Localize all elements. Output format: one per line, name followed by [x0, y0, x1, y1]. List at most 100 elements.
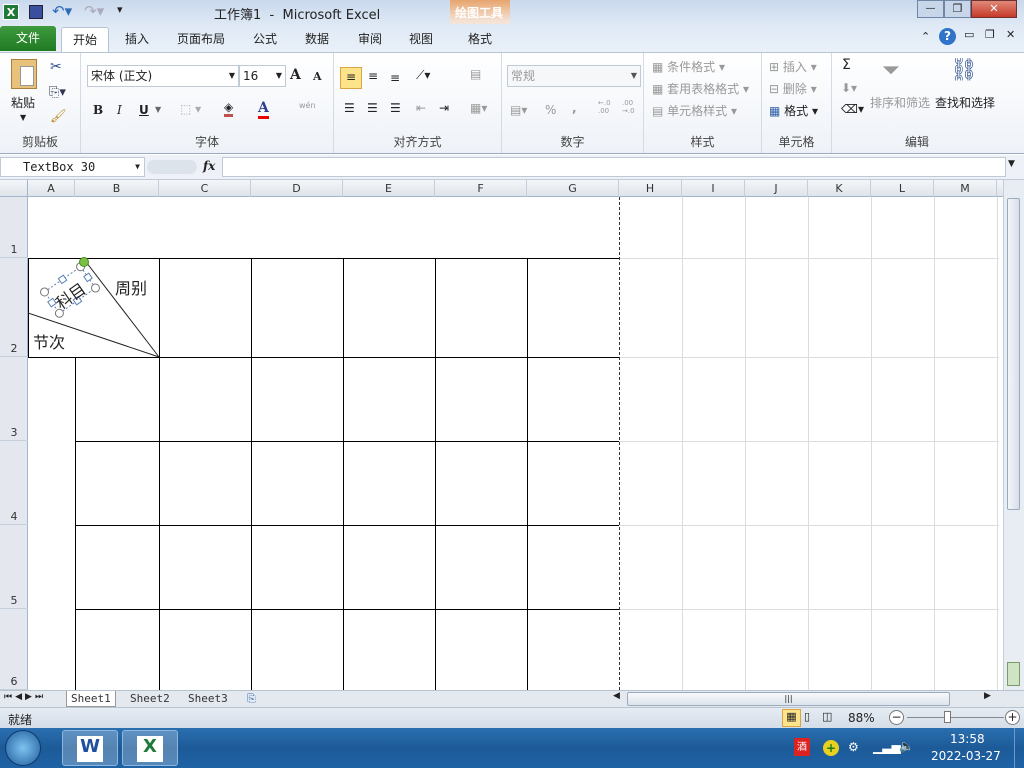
- italic-button[interactable]: I: [117, 103, 122, 117]
- column-header-L[interactable]: L: [871, 180, 934, 197]
- workbook-close-icon[interactable]: ✕: [1006, 28, 1015, 41]
- autosum-button[interactable]: Σ: [842, 57, 851, 73]
- border-icon[interactable]: ⬚ ▾: [180, 102, 201, 116]
- font-color-button[interactable]: A: [258, 100, 269, 119]
- sort-filter-icon[interactable]: ⏷: [882, 58, 900, 83]
- clock-date[interactable]: 2022-03-27: [931, 749, 1001, 763]
- cell-styles-button[interactable]: ▤ 单元格样式 ▾: [652, 102, 737, 119]
- rotation-handle[interactable]: [79, 257, 89, 267]
- zoom-slider[interactable]: [907, 717, 1004, 718]
- column-header-K[interactable]: K: [808, 180, 871, 197]
- fill-button[interactable]: ⬇▾: [841, 81, 857, 95]
- format-painter-icon[interactable]: 🖌: [50, 109, 67, 124]
- paste-icon[interactable]: [11, 59, 37, 89]
- zoom-level[interactable]: 88%: [848, 711, 875, 725]
- row-header-5[interactable]: 5: [0, 525, 28, 609]
- scroll-left-icon[interactable]: ◀: [613, 691, 620, 701]
- horizontal-scrollbar[interactable]: |||: [627, 692, 950, 706]
- insert-cells-button[interactable]: ⊞ 插入 ▾: [769, 58, 817, 75]
- insert-sheet-icon[interactable]: ⎘: [247, 692, 256, 706]
- row-header-6[interactable]: 6: [0, 609, 28, 690]
- column-header-B[interactable]: B: [75, 180, 159, 197]
- underline-dropdown-icon[interactable]: ▼: [155, 105, 161, 114]
- row-header-1[interactable]: 1: [0, 197, 28, 258]
- tab-file[interactable]: 文件: [0, 26, 56, 51]
- tab-insert[interactable]: 插入: [115, 27, 159, 52]
- column-header-I[interactable]: I: [682, 180, 745, 197]
- merge-center-button[interactable]: ▦▾: [470, 101, 487, 115]
- zoom-slider-thumb[interactable]: [944, 711, 951, 723]
- workbook-restore-icon[interactable]: ❐: [985, 28, 995, 41]
- formula-input[interactable]: [222, 157, 1006, 177]
- column-header-H[interactable]: H: [619, 180, 682, 197]
- clear-button[interactable]: ⌫▾: [841, 102, 864, 116]
- phonetic-button[interactable]: wén: [299, 101, 316, 110]
- worksheet-grid[interactable]: 周别 科目 节次: [28, 197, 1003, 690]
- decrease-indent-button[interactable]: ⇤: [416, 101, 426, 115]
- bottom-align-button[interactable]: ≡: [390, 71, 400, 85]
- taskbar-word[interactable]: W: [62, 730, 118, 766]
- tab-home[interactable]: 开始: [61, 27, 109, 52]
- tab-page-layout[interactable]: 页面布局: [170, 27, 232, 52]
- scroll-right-icon[interactable]: ▶: [984, 691, 991, 701]
- save-icon[interactable]: [29, 5, 43, 19]
- tab-format[interactable]: 格式: [456, 27, 504, 52]
- signal-tray-icon[interactable]: ▁▃▅: [873, 740, 901, 754]
- name-box[interactable]: TextBox 30 ▼: [0, 157, 145, 177]
- format-as-table-button[interactable]: ▦ 套用表格格式 ▾: [652, 80, 749, 97]
- binoculars-icon[interactable]: ⛓: [950, 58, 978, 83]
- formula-bar-splitter[interactable]: [147, 160, 197, 174]
- middle-align-button[interactable]: ≡: [368, 69, 378, 83]
- sheet-tab-sheet1[interactable]: Sheet1: [66, 691, 116, 707]
- tab-formulas[interactable]: 公式: [243, 27, 287, 52]
- increase-indent-button[interactable]: ⇥: [439, 101, 449, 115]
- conditional-formatting-button[interactable]: ▦ 条件格式 ▾: [652, 58, 725, 75]
- accounting-format-icon[interactable]: ▤▾: [510, 103, 527, 117]
- row-header-4[interactable]: 4: [0, 441, 28, 525]
- customize-qat-icon[interactable]: ▾: [117, 3, 123, 16]
- percent-button[interactable]: %: [545, 103, 556, 117]
- undo-icon[interactable]: ↶▾: [52, 2, 72, 20]
- grow-font-button[interactable]: A: [290, 67, 301, 83]
- center-button[interactable]: ☰: [367, 101, 378, 115]
- page-layout-view-button[interactable]: ▯: [804, 710, 810, 723]
- decrease-decimal-button[interactable]: .00 →.0: [622, 99, 638, 115]
- column-header-C[interactable]: C: [159, 180, 251, 197]
- redo-icon[interactable]: ↷▾: [84, 2, 104, 20]
- font-size-select[interactable]: 16 ▼: [239, 65, 286, 87]
- network-tray-icon[interactable]: ⚙: [848, 740, 859, 754]
- sheet-nav-buttons[interactable]: ⏮◀▶⏭: [4, 692, 46, 702]
- cut-icon[interactable]: ✂: [50, 59, 62, 75]
- expand-formula-bar-icon[interactable]: ▼: [1008, 159, 1015, 169]
- help-icon[interactable]: ?: [939, 28, 956, 45]
- page-break-view-button[interactable]: ◫: [822, 710, 832, 723]
- column-header-D[interactable]: D: [251, 180, 343, 197]
- column-header-G[interactable]: G: [527, 180, 619, 197]
- number-format-select[interactable]: 常规 ▼: [507, 65, 641, 87]
- ime-icon[interactable]: 酒: [794, 738, 810, 756]
- top-align-button[interactable]: ≡: [340, 67, 362, 89]
- vertical-scrollbar[interactable]: [1003, 180, 1024, 690]
- tab-view[interactable]: 视图: [399, 27, 443, 52]
- column-header-A[interactable]: A: [28, 180, 75, 197]
- column-header-E[interactable]: E: [343, 180, 435, 197]
- wrap-text-button[interactable]: ▤: [470, 67, 481, 81]
- sheet-tab-sheet3[interactable]: Sheet3: [184, 691, 232, 707]
- paste-dropdown-icon[interactable]: ▼: [20, 113, 26, 122]
- column-header-F[interactable]: F: [435, 180, 527, 197]
- insert-function-button[interactable]: fx: [203, 159, 215, 173]
- align-left-button[interactable]: ☰: [344, 101, 355, 115]
- row-header-3[interactable]: 3: [0, 357, 28, 441]
- clock-time[interactable]: 13:58: [950, 732, 985, 746]
- shrink-font-button[interactable]: A: [313, 70, 322, 83]
- security-tray-icon[interactable]: +: [823, 740, 839, 756]
- start-button[interactable]: [5, 730, 41, 766]
- window-restore-button[interactable]: ❐: [944, 0, 971, 18]
- select-all-button[interactable]: [0, 180, 28, 197]
- column-header-M[interactable]: M: [934, 180, 997, 197]
- fill-color-icon[interactable]: ◈: [224, 100, 234, 117]
- window-minimize-button[interactable]: —: [917, 0, 944, 18]
- comma-button[interactable]: ,: [572, 101, 577, 115]
- normal-view-button[interactable]: ▦: [782, 709, 801, 727]
- taskbar-excel[interactable]: X: [122, 730, 178, 766]
